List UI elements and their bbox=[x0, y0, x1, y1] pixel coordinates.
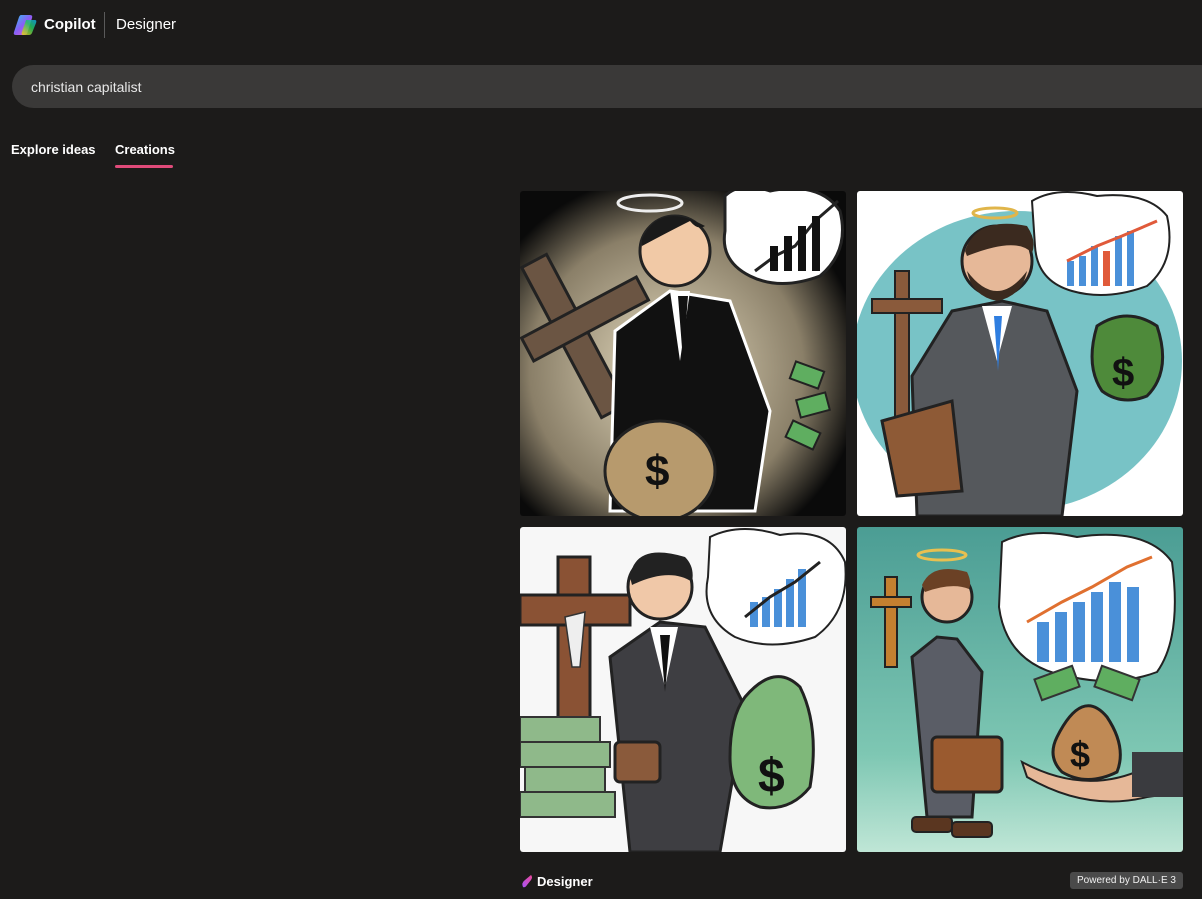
generated-image-1-art: $ bbox=[520, 191, 846, 516]
copilot-logo-icon[interactable] bbox=[13, 14, 37, 36]
generated-image-2[interactable]: $ bbox=[857, 191, 1183, 516]
active-tab-indicator bbox=[115, 165, 173, 168]
product-name[interactable]: Designer bbox=[116, 16, 176, 33]
generated-image-3-art: $ bbox=[520, 527, 846, 852]
powered-by-badge: Powered by DALL·E 3 bbox=[1070, 872, 1183, 889]
svg-text:$: $ bbox=[1112, 351, 1134, 395]
generated-image-4-art: $ bbox=[857, 527, 1183, 852]
tab-creations[interactable]: Creations bbox=[115, 142, 175, 157]
svg-text:$: $ bbox=[645, 447, 669, 496]
prompt-search-bar[interactable] bbox=[12, 65, 1202, 108]
brand-name[interactable]: Copilot bbox=[44, 16, 96, 33]
generated-image-3[interactable]: $ bbox=[520, 527, 846, 852]
designer-footer-brand[interactable]: Designer bbox=[521, 872, 593, 890]
header-divider bbox=[104, 12, 105, 38]
generated-image-4[interactable]: $ bbox=[857, 527, 1183, 852]
svg-text:$: $ bbox=[1070, 734, 1090, 775]
svg-text:$: $ bbox=[758, 750, 785, 803]
designer-logo-icon bbox=[522, 875, 532, 888]
top-bar: Copilot Designer bbox=[0, 0, 1202, 50]
generated-image-1[interactable]: $ bbox=[520, 191, 846, 516]
tab-explore-ideas[interactable]: Explore ideas bbox=[11, 142, 96, 157]
prompt-input[interactable] bbox=[12, 65, 1202, 108]
designer-footer-label: Designer bbox=[537, 873, 593, 889]
generated-image-2-art: $ bbox=[857, 191, 1183, 516]
